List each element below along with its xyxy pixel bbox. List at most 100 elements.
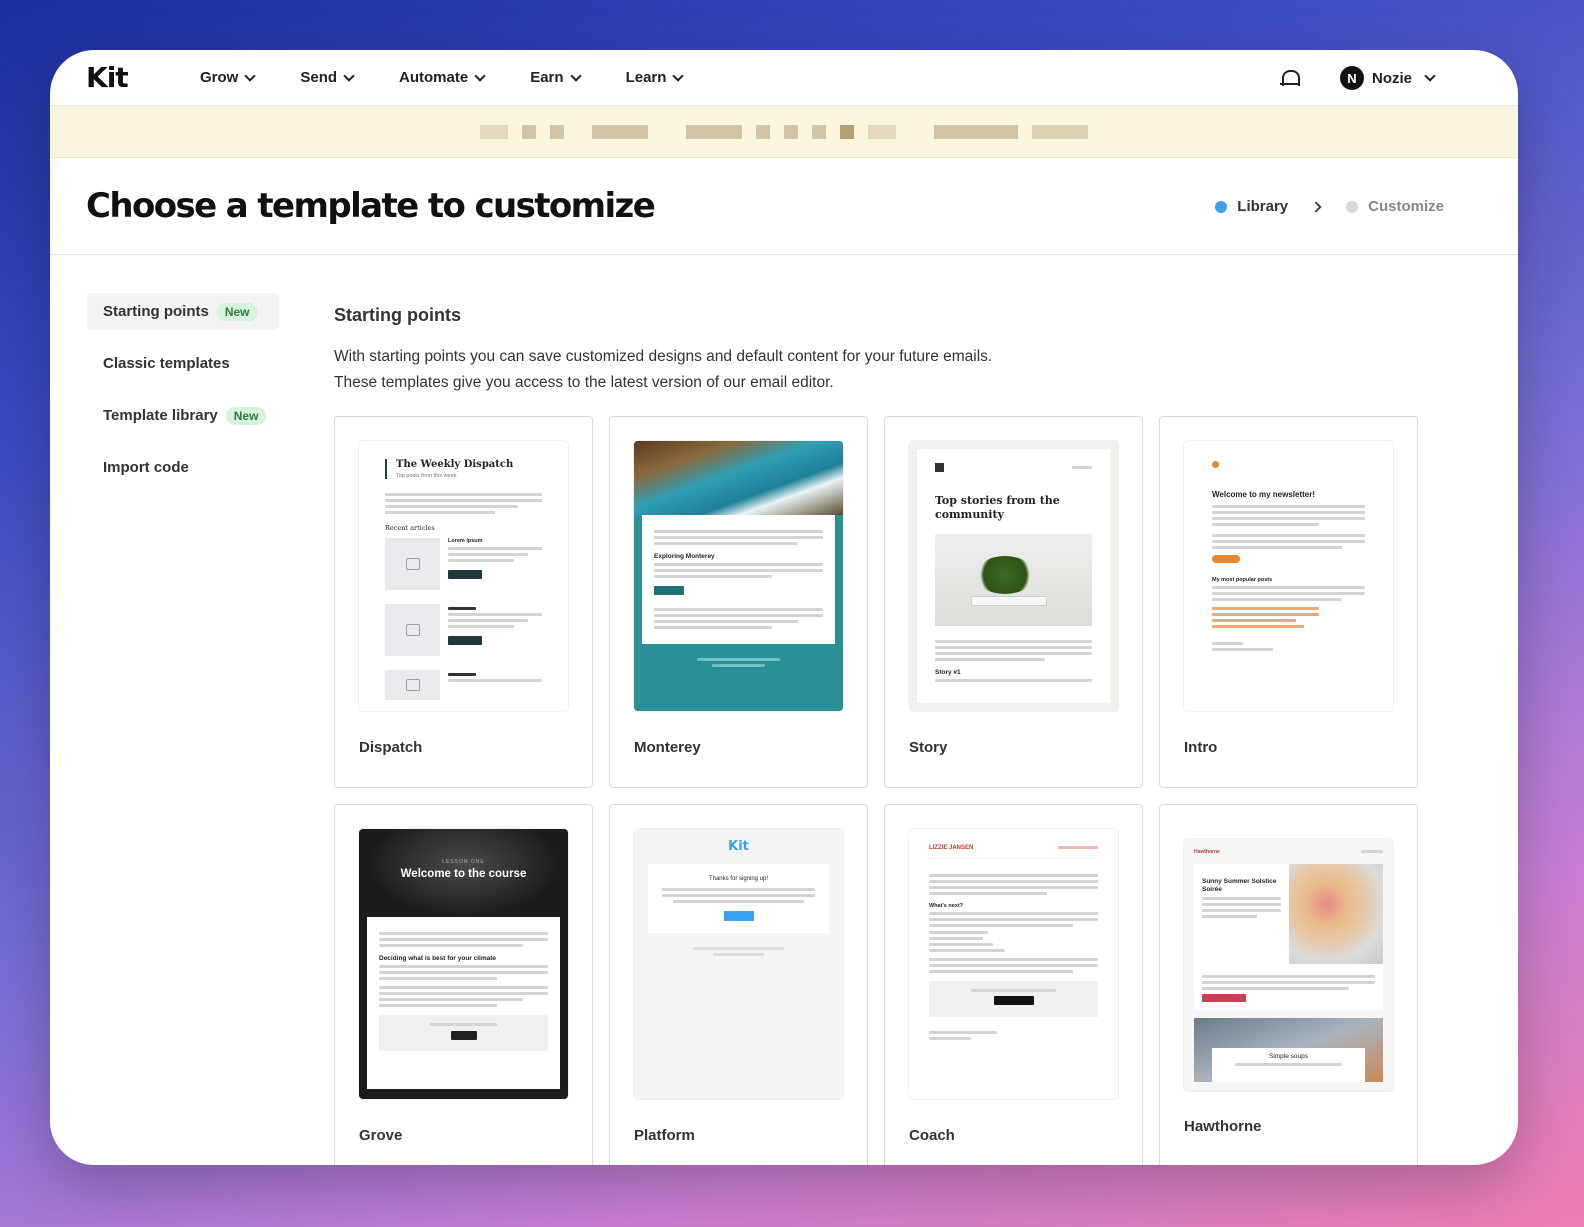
chevron-down-icon (672, 69, 685, 82)
template-name: Monterey (634, 739, 701, 756)
preview-section: My most popular posts (1212, 577, 1273, 583)
chevron-down-icon[interactable] (1424, 70, 1436, 82)
nav-label: Earn (530, 69, 564, 86)
bell-icon[interactable] (1279, 68, 1300, 88)
redacted-block (840, 124, 854, 139)
sidebar-item-label: Import code (103, 459, 189, 476)
food-image (1289, 864, 1383, 964)
app-window: Kit Grow Send Automate Earn Learn N Nozi… (50, 50, 1518, 1165)
nav-automate[interactable]: Automate (399, 69, 486, 86)
sidebar-item-label: Classic templates (103, 355, 230, 372)
preview-brand: LIZZIE JANSEN (929, 844, 974, 851)
nav-earn[interactable]: Earn (530, 69, 582, 86)
step-dot-inactive (1346, 200, 1359, 213)
template-preview: Kit Thanks for signing up! (634, 829, 843, 1099)
template-card-monterey[interactable]: Exploring Monterey Monterey (609, 416, 868, 788)
redacted-block (522, 124, 536, 139)
step-indicator: Library Customize (1215, 158, 1444, 255)
kit-logo[interactable]: Kit (86, 61, 200, 94)
avatar[interactable]: N (1339, 66, 1364, 90)
template-name: Platform (634, 1127, 695, 1144)
step-library[interactable]: Library (1237, 198, 1288, 215)
image-placeholder-icon (385, 538, 440, 590)
preview-section: What's next? (929, 903, 964, 909)
preview-item: Story #1 (935, 669, 961, 676)
redacted-block (868, 124, 896, 139)
nav-label: Learn (625, 69, 667, 86)
sidebar-item-classic-templates[interactable]: Classic templates (87, 345, 279, 382)
template-card-grove[interactable]: LESSON ONE Welcome to the course Decidin… (334, 804, 593, 1165)
template-card-dispatch[interactable]: The Weekly Dispatch Top posts from this … (334, 416, 593, 788)
section-description: With starting points you can save custom… (334, 344, 1434, 396)
template-card-coach[interactable]: LIZZIE JANSEN What's next? Coach (884, 804, 1143, 1165)
redacted-block (686, 124, 742, 139)
step-customize: Customize (1368, 198, 1444, 215)
preview-item: Lorem ipsum (448, 538, 483, 544)
template-name: Story (909, 739, 948, 756)
template-card-intro[interactable]: Welcome to my newsletter! My most popula… (1159, 416, 1418, 788)
redacted-block (480, 124, 508, 139)
template-name: Grove (359, 1127, 403, 1144)
template-name: Coach (909, 1127, 955, 1144)
template-preview: Exploring Monterey (634, 441, 843, 711)
new-badge: New (225, 406, 267, 425)
nav-label: Automate (399, 69, 469, 86)
template-preview: LESSON ONE Welcome to the course Decidin… (359, 829, 568, 1099)
nav-label: Send (300, 69, 338, 86)
template-name: Hawthorne (1184, 1118, 1262, 1135)
template-preview: The Weekly Dispatch Top posts from this … (359, 441, 568, 711)
preview-title: Welcome to my newsletter! (1212, 490, 1315, 499)
nav-right: N Nozie (1279, 50, 1436, 106)
chevron-down-icon (244, 69, 257, 82)
step-dot-active (1215, 200, 1228, 213)
chevron-down-icon (343, 69, 355, 82)
template-card-platform[interactable]: Kit Thanks for signing up! Platform (609, 804, 868, 1165)
preview-logo: Kit (728, 839, 749, 854)
preview-heading: Exploring Monterey (654, 553, 715, 560)
sidebar-item-import-code[interactable]: Import code (87, 449, 279, 486)
redacted-block (550, 124, 564, 139)
chevron-down-icon (474, 69, 486, 82)
template-card-hawthorne[interactable]: Hawthorne Sunny Summer Solstice Soirée S… (1159, 804, 1418, 1165)
preview-section: Simple soups (1268, 1053, 1309, 1060)
chevron-right-icon (1310, 200, 1322, 213)
soup-image: Simple soups (1194, 1018, 1383, 1082)
preview-title: Sunny Summer Solstice Soirée (1202, 878, 1277, 893)
page-header: Choose a template to customize Library C… (50, 158, 1518, 255)
preview-section: Recent articles (385, 524, 435, 532)
landscape-image (634, 441, 843, 515)
template-preview: Welcome to my newsletter! My most popula… (1184, 441, 1393, 711)
sidebar-item-starting-points[interactable]: Starting points New (87, 293, 279, 330)
sidebar-item-template-library[interactable]: Template library New (87, 397, 279, 434)
nav-send[interactable]: Send (300, 69, 355, 86)
description-line: These templates give you access to the l… (334, 374, 834, 391)
preview-heading: Deciding what is best for your climate (379, 955, 497, 962)
image-placeholder-icon (385, 604, 440, 656)
preview-title: The Weekly Dispatch (396, 459, 514, 470)
nav-label: Grow (200, 69, 239, 86)
new-badge: New (216, 302, 258, 321)
sidebar-item-label: Starting points (103, 303, 209, 320)
template-card-story[interactable]: Top stories from the community Story #1 … (884, 416, 1143, 788)
redacted-block (812, 124, 826, 139)
redacted-block (784, 124, 798, 139)
plant-image (935, 534, 1092, 626)
description-line: With starting points you can save custom… (334, 348, 993, 365)
redacted-block (1032, 124, 1088, 139)
page-title: Choose a template to customize (86, 186, 656, 226)
template-preview: Hawthorne Sunny Summer Solstice Soirée S… (1184, 839, 1393, 1091)
redacted-block (934, 124, 1018, 139)
chevron-down-icon (569, 69, 582, 82)
nav-grow[interactable]: Grow (200, 69, 257, 86)
sidebar-item-label: Template library (103, 407, 218, 424)
main-content: Starting points With starting points you… (334, 293, 1434, 1165)
preview-subtitle: Top posts from this week (396, 473, 457, 479)
nav-learn[interactable]: Learn (625, 69, 685, 86)
sidebar: Starting points New Classic templates Te… (87, 293, 279, 501)
redacted-block (756, 124, 770, 139)
template-preview: Top stories from the community Story #1 (909, 441, 1118, 711)
user-name[interactable]: Nozie (1372, 70, 1412, 87)
announcement-banner (50, 106, 1518, 158)
template-name: Dispatch (359, 739, 423, 756)
template-name: Intro (1184, 739, 1218, 756)
